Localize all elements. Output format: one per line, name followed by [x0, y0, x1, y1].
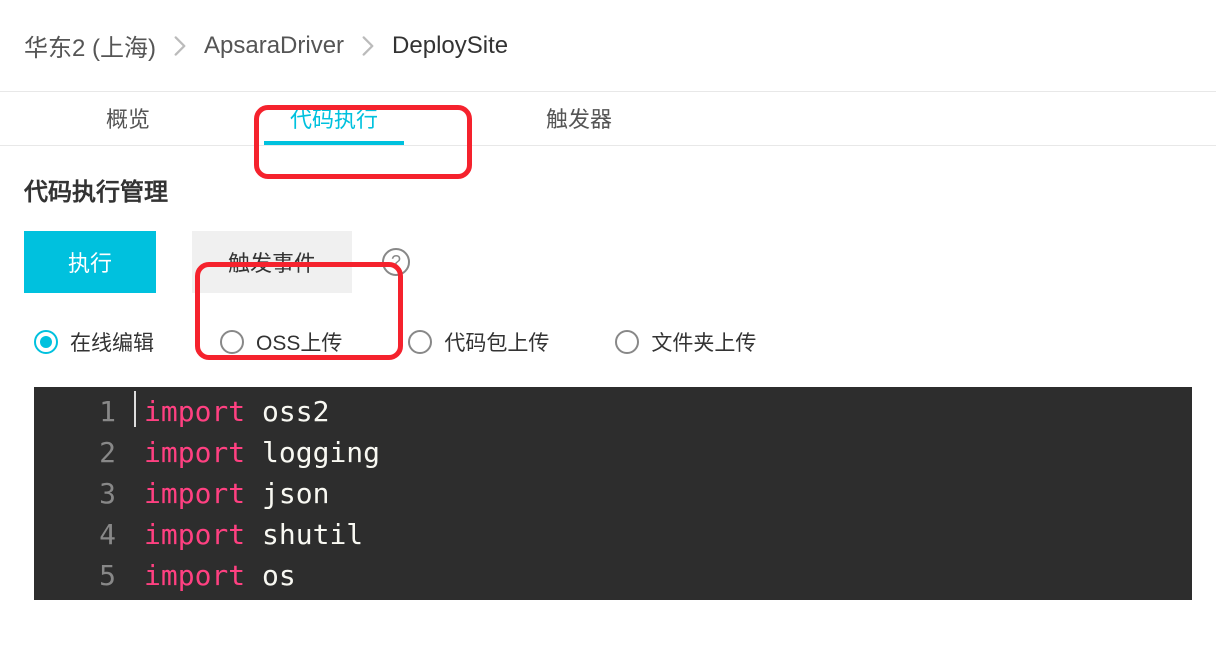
tab-overview[interactable]: 概览 — [8, 91, 230, 145]
upload-mode-radios: 在线编辑 OSS上传 代码包上传 文件夹上传 — [24, 327, 1192, 357]
tab-label: 概览 — [106, 102, 150, 134]
section-title: 代码执行管理 — [24, 172, 1192, 207]
tab-trigger[interactable]: 触发器 — [438, 91, 682, 145]
code-area[interactable]: import oss2 import logging import json i… — [134, 387, 1192, 600]
breadcrumb: 华东2 (上海) ApsaraDriver DeploySite — [0, 0, 1216, 91]
execute-button[interactable]: 执行 — [24, 231, 156, 293]
tab-label: 触发器 — [546, 102, 612, 134]
tab-code-execution[interactable]: 代码执行 — [230, 91, 438, 145]
radio-folder-upload[interactable]: 文件夹上传 — [615, 327, 756, 357]
line-number: 3 — [34, 473, 116, 514]
help-icon[interactable]: ? — [382, 248, 410, 276]
code-line: import logging — [144, 432, 1192, 473]
radio-oss-upload[interactable]: OSS上传 — [220, 327, 342, 357]
radio-label: OSS上传 — [256, 327, 342, 357]
code-execution-section: 代码执行管理 执行 触发事件 ? 在线编辑 OSS上传 代码包上传 文件夹上传 … — [0, 146, 1216, 600]
action-row: 执行 触发事件 ? — [24, 231, 1192, 293]
line-gutter: 1 2 3 4 5 — [34, 387, 134, 600]
code-line: import shutil — [144, 514, 1192, 555]
radio-icon — [408, 330, 432, 354]
line-number: 1 — [34, 391, 116, 432]
line-number: 2 — [34, 432, 116, 473]
chevron-right-icon — [362, 36, 374, 56]
line-number: 4 — [34, 514, 116, 555]
code-line: import os — [144, 555, 1192, 596]
chevron-right-icon — [174, 36, 186, 56]
breadcrumb-service[interactable]: ApsaraDriver — [204, 32, 344, 60]
radio-icon — [615, 330, 639, 354]
radio-label: 文件夹上传 — [651, 327, 756, 357]
radio-icon — [34, 330, 58, 354]
code-editor[interactable]: 1 2 3 4 5 import oss2 import logging imp… — [34, 387, 1192, 600]
code-line: import json — [144, 473, 1192, 514]
radio-package-upload[interactable]: 代码包上传 — [408, 327, 549, 357]
cursor-icon — [134, 391, 136, 427]
trigger-event-button[interactable]: 触发事件 — [192, 231, 352, 293]
line-number: 5 — [34, 555, 116, 596]
tab-label: 代码执行 — [290, 102, 378, 134]
breadcrumb-function: DeploySite — [392, 32, 508, 60]
tabs: 概览 代码执行 触发器 — [0, 91, 1216, 146]
code-line: import oss2 — [144, 391, 1192, 432]
breadcrumb-region[interactable]: 华东2 (上海) — [24, 28, 156, 63]
radio-online-edit[interactable]: 在线编辑 — [34, 327, 154, 357]
radio-label: 代码包上传 — [444, 327, 549, 357]
radio-icon — [220, 330, 244, 354]
radio-label: 在线编辑 — [70, 327, 154, 357]
